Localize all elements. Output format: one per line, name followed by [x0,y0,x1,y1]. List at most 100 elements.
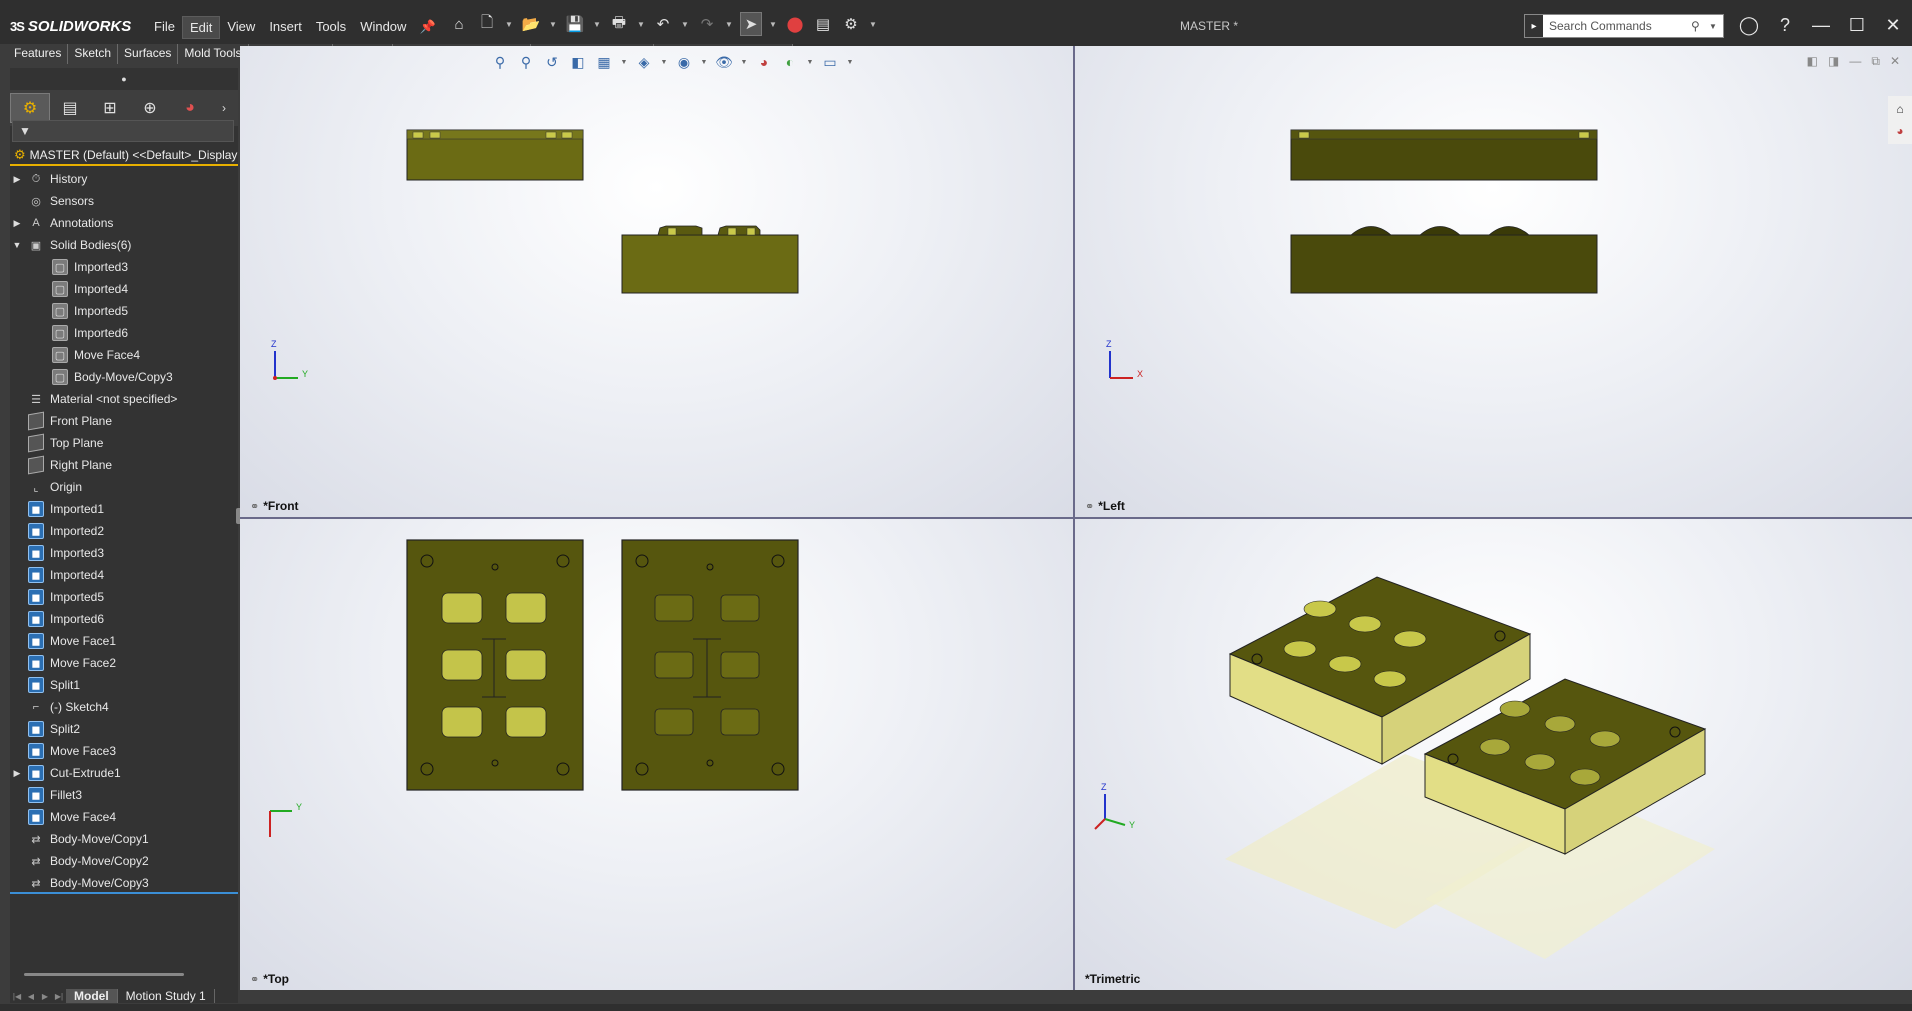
maximize-button[interactable]: ☐ [1846,12,1868,38]
tree-node[interactable]: ▢ Imported6 [10,322,238,344]
chevron-down-icon[interactable]: ▼ [620,52,628,72]
display-style-icon[interactable]: ◉ [674,52,694,72]
tab-model[interactable]: Model [66,989,118,1003]
user-account-icon[interactable]: ◯ [1738,12,1760,38]
link-views-icon[interactable]: ⚭ [250,500,259,513]
appearances-icon[interactable]: ◕ [1891,122,1909,140]
viewport-front[interactable]: Z Y ⚭ *Front ⚲ ⚲ ↺ ◧ ▦ ▼ ◈ ▼ ◉ ▼ 👁 ▼ ◕ ◐… [240,46,1073,517]
tree-node[interactable]: ▶ ⏱ History [10,168,238,190]
viewport-top[interactable]: Y ⚭ *Top [240,519,1073,990]
tree-node[interactable]: ▶ A Annotations [10,212,238,234]
tree-filter-input[interactable]: ▼ [12,120,234,142]
chevron-down-icon[interactable]: ▼ [740,52,748,72]
chevron-down-icon[interactable]: ▼ [660,52,668,72]
tree-node[interactable]: ☰ Material <not specified> [10,388,238,410]
expand-arrow-icon[interactable]: ▶ [10,174,24,185]
tree-node[interactable]: ◼ Imported1 [10,498,238,520]
chevron-down-icon[interactable]: ▼ [846,52,854,72]
tree-node[interactable]: ⌞ Origin [10,476,238,498]
link-views-icon[interactable]: ⚭ [250,973,259,986]
property-manager-tab-icon[interactable]: ▤ [50,93,90,123]
chevron-down-icon[interactable]: ▼ [504,12,514,36]
link-views-icon[interactable]: ⚭ [1085,500,1094,513]
restore-right-icon[interactable]: ◨ [1828,54,1839,69]
panel-grip-handle[interactable]: ● [10,68,238,90]
tree-node[interactable]: ⌐ (-) Sketch4 [10,696,238,718]
tree-node[interactable]: ▢ Body-Move/Copy3 [10,366,238,388]
rollback-bar[interactable] [10,892,238,894]
tree-node[interactable]: ◎ Sensors [10,190,238,212]
close-button[interactable]: ✕ [1882,12,1904,38]
redo-icon[interactable]: ↷ [696,12,718,36]
dynamic-annotation-icon[interactable]: ▦ [594,52,614,72]
tab-mold-tools[interactable]: Mold Tools [178,44,249,64]
tree-node[interactable]: ◼ Imported5 [10,586,238,608]
tree-node[interactable]: ◼ Fillet3 [10,784,238,806]
collapse-arrow-icon[interactable]: ▼ [10,240,24,250]
chevron-down-icon[interactable]: ▼ [636,12,646,36]
viewport-left[interactable]: Z X ⚭ *Left ◧ ◨ — ⧉ ✕ ⌂ ◕ [1075,46,1912,517]
tree-node[interactable]: ◼ Imported3 [10,542,238,564]
dimxpert-manager-tab-icon[interactable]: ⊕ [130,93,170,123]
chevron-down-icon[interactable]: ▼ [868,12,878,36]
view-settings-icon[interactable]: ▭ [820,52,840,72]
print-icon[interactable]: 🖶 [608,12,630,36]
tile-viewport-icon[interactable]: ⧉ [1871,54,1880,69]
restore-left-icon[interactable]: ◧ [1807,54,1818,69]
menu-file[interactable]: File [147,16,182,39]
tree-node[interactable]: ▶ ◼ Cut-Extrude1 [10,762,238,784]
graphics-area[interactable]: Z Y ⚭ *Front ⚲ ⚲ ↺ ◧ ▦ ▼ ◈ ▼ ◉ ▼ 👁 ▼ ◕ ◐… [240,46,1912,990]
tree-node[interactable]: ▢ Imported3 [10,256,238,278]
tree-node[interactable]: ◼ Move Face2 [10,652,238,674]
resources-home-icon[interactable]: ⌂ [1891,100,1909,118]
chevron-down-icon[interactable]: ▼ [700,52,708,72]
solidworks-logo[interactable]: 3S SOLIDWORKS [10,14,131,38]
menu-edit[interactable]: Edit [181,16,221,39]
tree-node[interactable]: Top Plane [10,432,238,454]
tree-node[interactable]: Front Plane [10,410,238,432]
viewport-divider-horizontal[interactable] [240,517,1912,519]
configuration-manager-tab-icon[interactable]: ⊞ [90,93,130,123]
tree-node[interactable]: ◼ Imported2 [10,520,238,542]
tree-node[interactable]: ◼ Move Face4 [10,806,238,828]
tree-node[interactable]: ◼ Move Face1 [10,630,238,652]
viewport-trimetric[interactable]: Z Y *Trimetric [1075,519,1912,990]
chevron-down-icon[interactable]: ▼ [592,12,602,36]
tree-node[interactable]: ⇄ Body-Move/Copy2 [10,850,238,872]
chevron-right-icon[interactable]: › [222,101,238,115]
tree-node[interactable]: ▼ ▣ Solid Bodies(6) [10,234,238,256]
chevron-down-icon[interactable]: ▼ [548,12,558,36]
menu-insert[interactable]: Insert [262,16,309,39]
expand-arrow-icon[interactable]: ▶ [10,768,24,779]
open-icon[interactable]: 📂 [520,12,542,36]
chevron-down-icon[interactable]: ▼ [768,12,778,36]
pin-menu-icon[interactable]: 📌 [413,16,441,39]
save-icon[interactable]: 💾 [564,12,586,36]
horizontal-scrollbar[interactable] [24,973,184,976]
minimize-viewport-icon[interactable]: — [1849,54,1861,69]
chevron-down-icon[interactable]: ▼ [806,52,814,72]
tab-sketch[interactable]: Sketch [68,44,119,64]
zoom-to-fit-icon[interactable]: ⚲ [490,52,510,72]
tab-motion-study-1[interactable]: Motion Study 1 [118,989,215,1003]
tree-node[interactable]: ◼ Split2 [10,718,238,740]
last-tab-icon[interactable]: ▶| [52,992,66,1001]
tree-node[interactable]: Right Plane [10,454,238,476]
chevron-down-icon[interactable]: ▼ [1709,22,1723,31]
search-commands-input[interactable]: ▸ Search Commands ⚲ ▼ [1524,14,1724,38]
expand-arrow-icon[interactable]: ▶ [10,218,24,229]
feature-manager-tab-icon[interactable]: ⚙ [10,93,50,123]
chevron-down-icon[interactable]: ▼ [724,12,734,36]
new-document-icon[interactable]: 🗋 [476,12,498,36]
undo-icon[interactable]: ↶ [652,12,674,36]
prev-tab-icon[interactable]: ◀ [24,992,38,1001]
file-properties-icon[interactable]: ▤ [812,12,834,36]
tab-features[interactable]: Features [0,44,69,64]
select-pointer-icon[interactable]: ➤ [740,12,762,36]
tree-node[interactable]: ▢ Imported4 [10,278,238,300]
close-viewport-icon[interactable]: ✕ [1890,54,1900,69]
menu-tools[interactable]: Tools [309,16,353,39]
previous-view-icon[interactable]: ↺ [542,52,562,72]
apply-scene-icon[interactable]: ◐ [780,52,800,72]
tree-node[interactable]: ▢ Move Face4 [10,344,238,366]
